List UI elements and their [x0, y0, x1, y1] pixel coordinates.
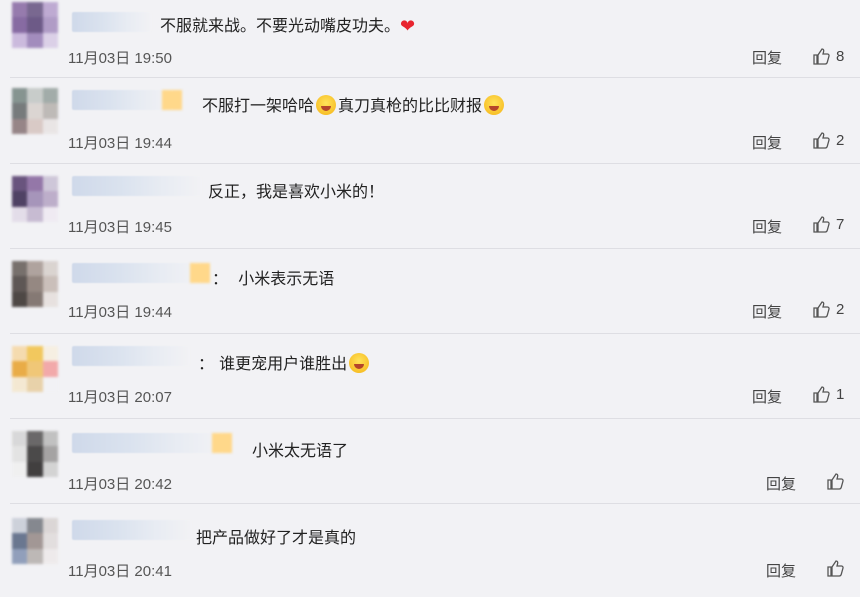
reply-button[interactable]: 回复 — [752, 301, 782, 322]
like-count: 8 — [836, 47, 845, 65]
username[interactable] — [72, 12, 152, 32]
comment-item: 不服就来战。不要光动嘴皮功夫。❤ 11月03日 19:50 回复 8 — [10, 0, 860, 78]
like-count: 2 — [836, 300, 845, 318]
comment-text: 小米太无语了 — [252, 441, 349, 460]
comment-date: 11月03日 19:44 — [68, 304, 172, 321]
comment-text: 不服打一架哈哈 真刀真枪的比比财报 — [202, 92, 506, 116]
avatar[interactable] — [12, 88, 58, 134]
avatar[interactable] — [12, 2, 58, 48]
comment-item: ： 小米表示无语 11月03日 19:44 回复 2 — [10, 249, 860, 334]
reply-button[interactable]: 回复 — [752, 47, 782, 68]
comment-item: 把产品做好了才是真的 11月03日 20:41 回复 — [10, 504, 860, 597]
avatar[interactable] — [12, 176, 58, 222]
avatar[interactable] — [12, 346, 58, 392]
comment-text: 把产品做好了才是真的 — [196, 528, 357, 547]
comment-text: 不服就来战。不要光动嘴皮功夫。❤ — [160, 16, 416, 37]
like-count: 1 — [836, 385, 845, 403]
like-button[interactable] — [826, 559, 844, 577]
thumbs-up-icon — [826, 472, 844, 490]
comment-date: 11月03日 20:42 — [68, 476, 172, 493]
comment-list: 不服就来战。不要光动嘴皮功夫。❤ 11月03日 19:50 回复 8 不服打一架… — [0, 0, 860, 597]
laughing-emoji-icon — [349, 353, 370, 373]
username[interactable] — [72, 90, 182, 110]
comment-text: 反正，我是喜欢小米的！ — [208, 182, 385, 201]
like-button[interactable]: 2 — [812, 300, 844, 318]
thumbs-up-icon — [826, 559, 844, 577]
comment-date: 11月03日 19:50 — [68, 50, 172, 67]
like-button[interactable]: 7 — [812, 215, 844, 233]
like-button[interactable]: 2 — [812, 131, 844, 149]
avatar[interactable] — [12, 518, 58, 564]
username[interactable] — [72, 176, 202, 196]
comment-text: ： 谁更宠用户谁胜出 — [198, 350, 371, 374]
username[interactable] — [72, 433, 232, 453]
heart-icon: ❤ — [400, 16, 416, 37]
hug-emoji-icon — [484, 95, 505, 115]
username[interactable] — [72, 520, 192, 540]
thumbs-up-icon — [812, 385, 830, 403]
like-button[interactable]: 1 — [812, 385, 844, 403]
comment-item: 不服打一架哈哈 真刀真枪的比比财报 11月03日 19:44 回复 2 — [10, 78, 860, 164]
comment-date: 11月03日 19:45 — [68, 219, 172, 236]
username[interactable] — [72, 263, 210, 283]
comment-item: ： 谁更宠用户谁胜出 11月03日 20:07 回复 1 — [10, 334, 860, 419]
thumbs-up-icon — [812, 47, 830, 65]
reply-button[interactable]: 回复 — [766, 473, 796, 494]
reply-button[interactable]: 回复 — [752, 132, 782, 153]
comment-date: 11月03日 19:44 — [68, 135, 172, 152]
comment-text: ： 小米表示无语 — [212, 269, 335, 288]
thumbs-up-icon — [812, 131, 830, 149]
avatar[interactable] — [12, 261, 58, 307]
thumbs-up-icon — [812, 300, 830, 318]
username[interactable] — [72, 346, 190, 366]
like-count: 2 — [836, 131, 845, 149]
like-button[interactable] — [826, 472, 844, 490]
reply-button[interactable]: 回复 — [752, 216, 782, 237]
thumbs-up-icon — [812, 215, 830, 233]
laughing-emoji-icon — [316, 95, 337, 115]
comment-date: 11月03日 20:07 — [68, 389, 172, 406]
like-count: 7 — [836, 215, 845, 233]
comment-item: 反正，我是喜欢小米的！ 11月03日 19:45 回复 7 — [10, 164, 860, 249]
like-button[interactable]: 8 — [812, 47, 844, 65]
comment-item: 小米太无语了 11月03日 20:42 回复 — [10, 419, 860, 504]
avatar[interactable] — [12, 431, 58, 477]
reply-button[interactable]: 回复 — [766, 560, 796, 581]
comment-date: 11月03日 20:41 — [68, 563, 172, 580]
reply-button[interactable]: 回复 — [752, 386, 782, 407]
